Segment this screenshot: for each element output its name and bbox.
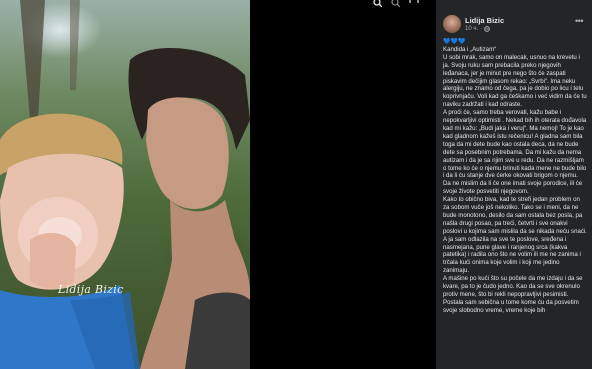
post-paragraph: Postala sam sebična u tome kome ću da po…	[443, 298, 579, 314]
post-time[interactable]: 10 ч.	[465, 26, 478, 32]
more-options-icon[interactable]: •••	[573, 17, 585, 26]
globe-icon	[484, 26, 490, 32]
post-paragraph: A proći će, samo treba verovati, kažu ba…	[443, 109, 587, 196]
post-paragraph: Kako to obično biva, kad te strefi jedan…	[443, 196, 587, 275]
post-title: Kandida i „Autizam“	[443, 45, 497, 53]
avatar[interactable]	[443, 15, 461, 33]
photo-watermark: Lidija Bizic	[58, 283, 124, 296]
post-text: 💙💙💙 Kandida i „Autizam“ U sobi mrak, sam…	[443, 38, 587, 315]
post-paragraph: A mašine po kući što su počele da me izd…	[443, 275, 583, 298]
hearts-emoji: 💙💙💙	[443, 38, 466, 45]
post-author[interactable]: Lidija Bizic	[465, 16, 504, 25]
viewer-toolbar	[372, 0, 420, 8]
post-header: Lidija Bizic 10 ч. · •••	[443, 15, 585, 37]
post-paragraph: U sobi mrak, samo on malecak, usnuo na k…	[443, 53, 587, 109]
post-photo[interactable]: Lidija Bizic	[0, 0, 250, 369]
fullscreen-icon[interactable]	[408, 0, 420, 8]
photo-viewer: Lidija Bizic	[0, 0, 436, 369]
photo-illustration	[0, 0, 250, 369]
post-meta: 10 ч. ·	[465, 26, 490, 32]
zoom-icon[interactable]	[390, 0, 402, 8]
search-icon[interactable]	[372, 0, 384, 8]
post-panel: Lidija Bizic 10 ч. · ••• 💙💙💙 Kandida i „…	[436, 0, 592, 369]
